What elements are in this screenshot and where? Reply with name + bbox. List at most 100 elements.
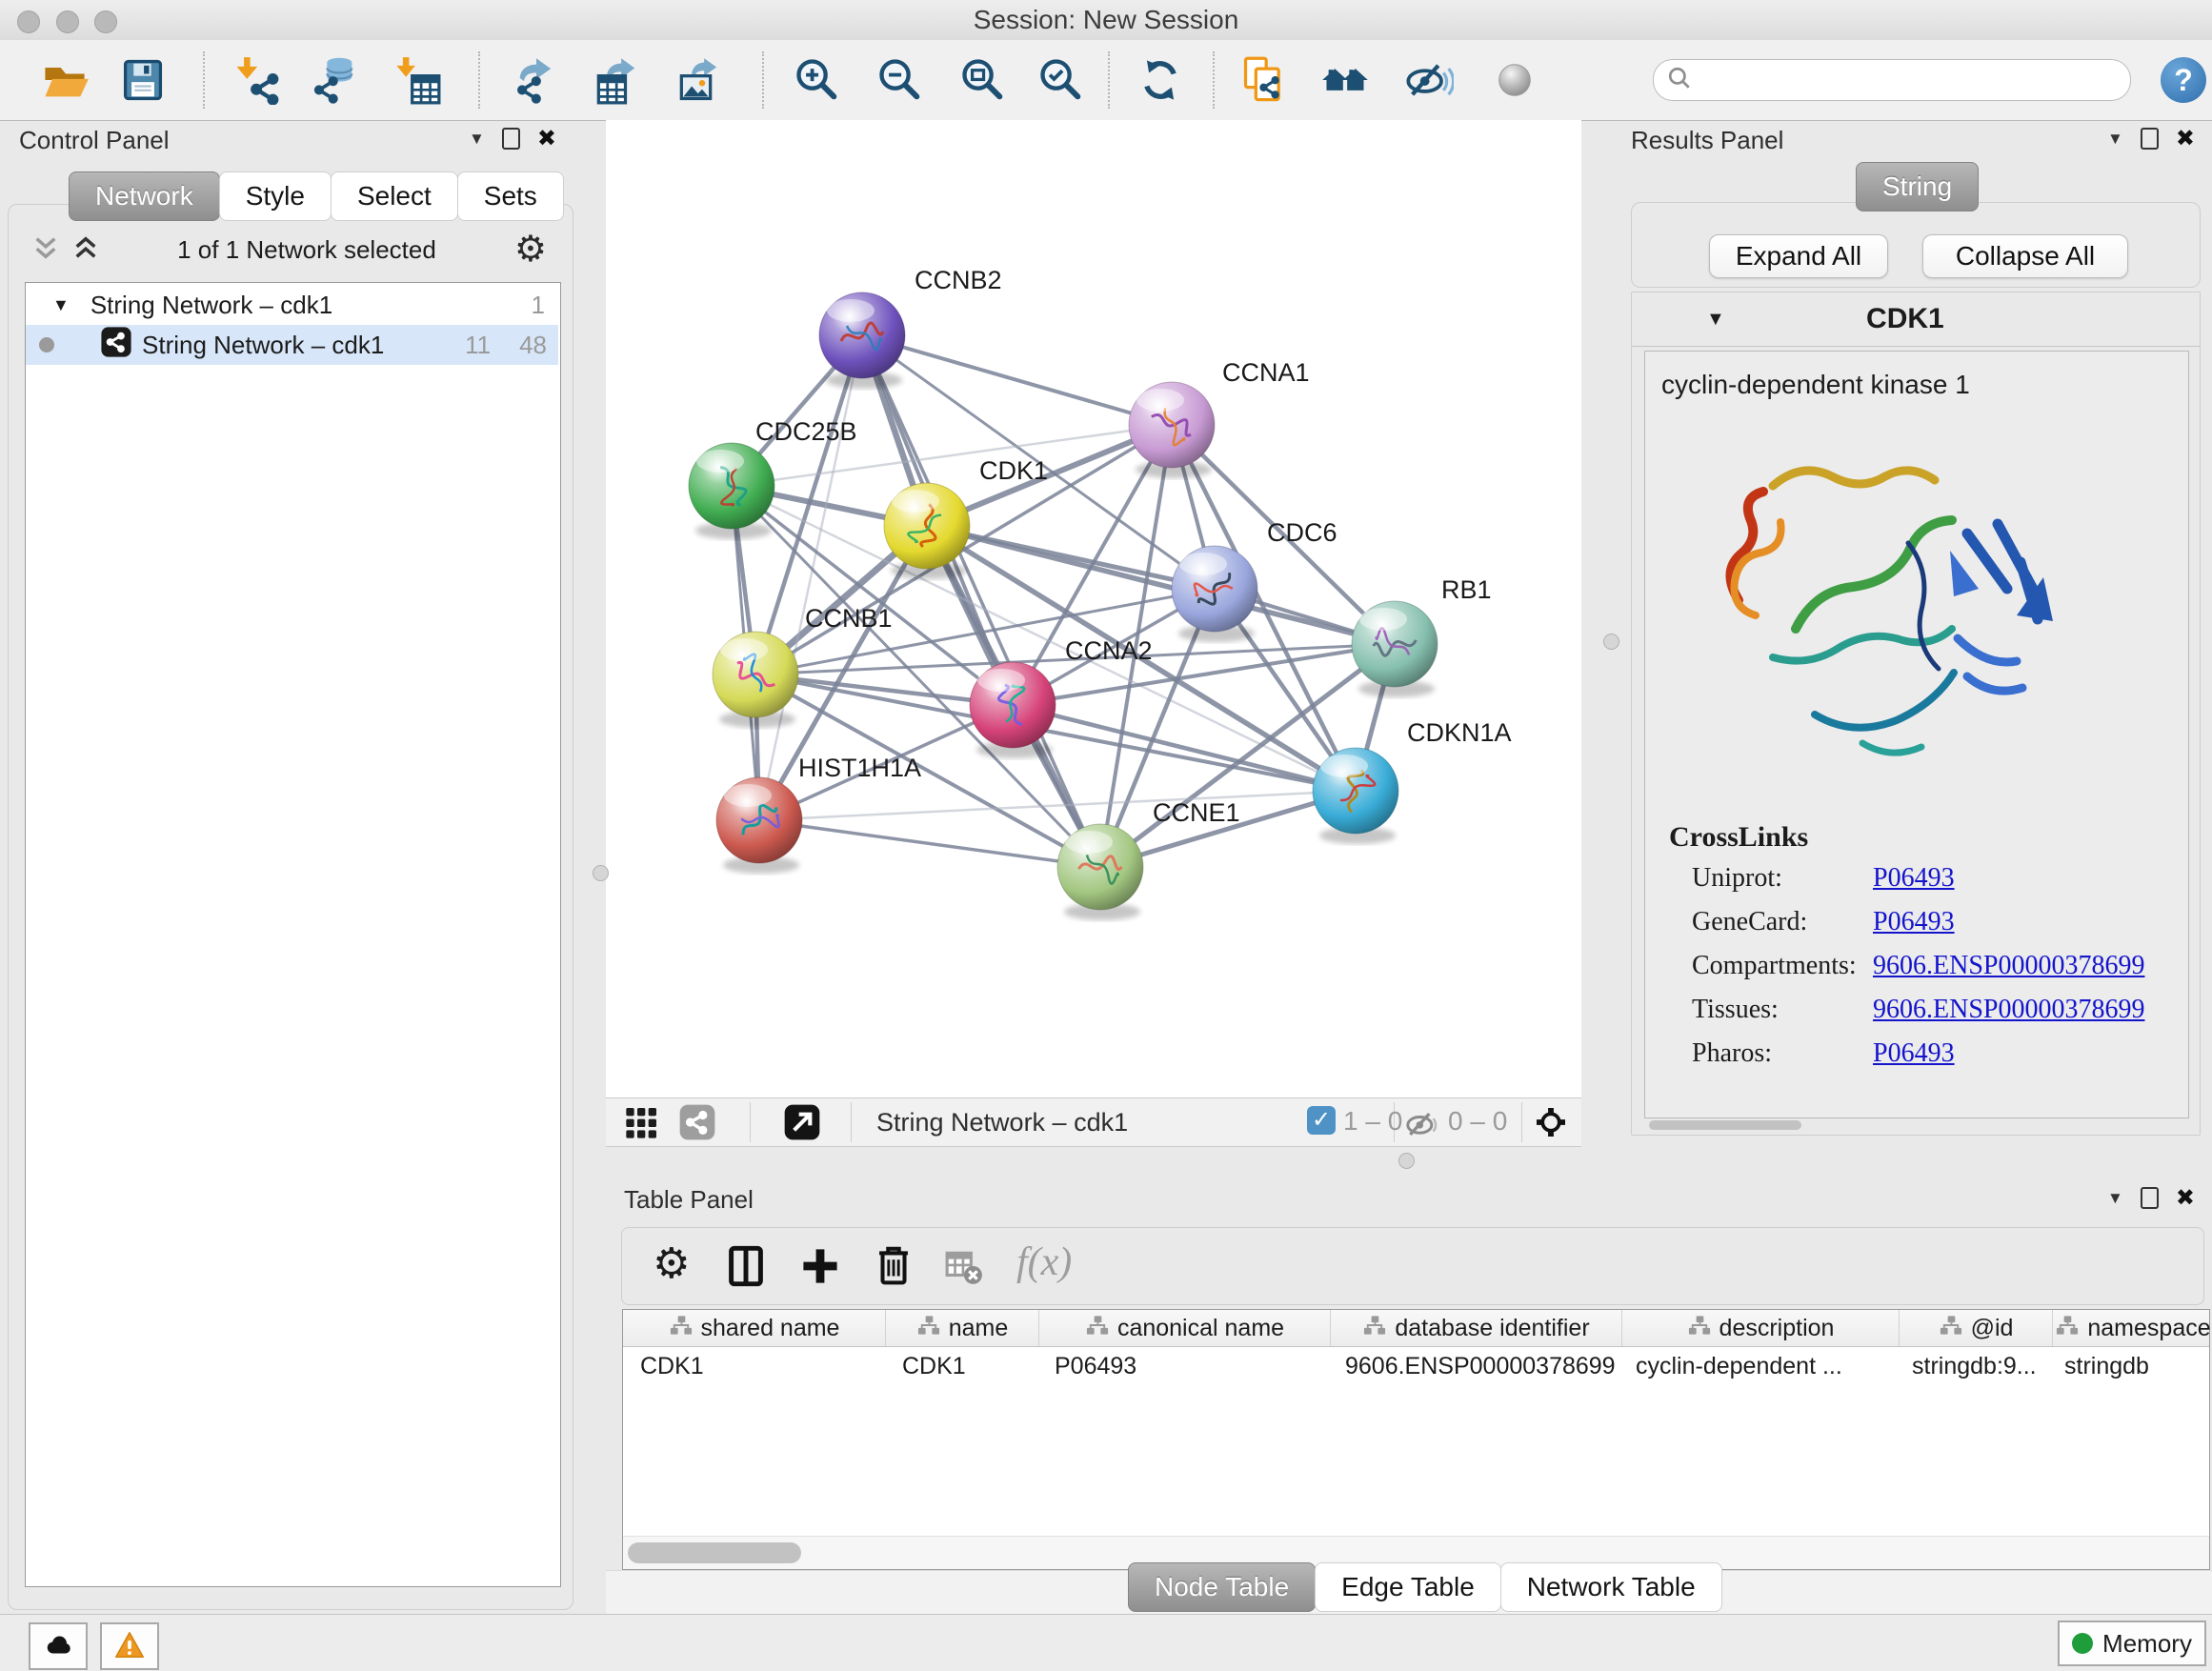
node-CCNE1[interactable] <box>1057 824 1143 920</box>
network-collection-row[interactable]: ▼ String Network – cdk1 1 <box>26 285 558 325</box>
tab-network[interactable]: Network <box>69 171 220 221</box>
crosslink-value-link[interactable]: P06493 <box>1873 907 1955 951</box>
gene-section-header[interactable]: ▼ CDK1 <box>1632 292 2200 347</box>
search-input[interactable] <box>1701 65 2130 96</box>
crosslink-value-link[interactable]: 9606.ENSP00000378699 <box>1873 951 2144 995</box>
expand-all-button[interactable]: Expand All <box>1709 234 1888 278</box>
memory-button[interactable]: Memory <box>2058 1621 2206 1666</box>
tab-string[interactable]: String <box>1856 162 1979 211</box>
tree-expander-icon[interactable]: ▼ <box>52 295 70 315</box>
results-hscrollbar[interactable] <box>1649 1120 1801 1130</box>
node-HIST1H1A[interactable] <box>716 777 802 874</box>
table-cell[interactable]: cyclin-dependent ... <box>1619 1347 1895 1385</box>
edge-CCNB2-CCNA1[interactable] <box>862 335 1172 425</box>
table-cell[interactable]: P06493 <box>1037 1347 1328 1385</box>
zoom-in-button[interactable] <box>787 50 848 111</box>
export-image-button[interactable] <box>672 50 733 111</box>
node-CDC6[interactable] <box>1172 546 1257 642</box>
column-header-namespace[interactable]: namespace <box>2053 1310 2212 1346</box>
network-canvas[interactable]: CCNB2CCNA1CDC25BCDK1CDC6RB1CCNB1CCNA2CDK… <box>606 120 1581 1097</box>
network-row[interactable]: String Network – cdk1 11 48 <box>26 325 558 365</box>
create-column-icon[interactable] <box>799 1245 841 1292</box>
column-header-canonical-name[interactable]: canonical name <box>1039 1310 1331 1346</box>
tab-sets[interactable]: Sets <box>457 171 564 221</box>
export-network-file-button[interactable] <box>506 50 567 111</box>
tab-select[interactable]: Select <box>331 171 458 221</box>
bottom-splitter-handle[interactable] <box>1398 1153 1415 1169</box>
table-cell[interactable]: CDK1 <box>885 1347 1037 1385</box>
edge-CCNB2-CCNE1[interactable] <box>862 335 1100 867</box>
gene-collapse-icon[interactable]: ▼ <box>1706 309 1725 331</box>
warning-button[interactable] <box>100 1622 159 1670</box>
table-cell[interactable]: 9606.ENSP00000378699 <box>1328 1347 1619 1385</box>
column-header-shared-name[interactable]: shared name <box>623 1310 886 1346</box>
show-hide-columns-icon[interactable] <box>725 1245 767 1292</box>
close-panel-icon[interactable]: ✖ <box>537 130 556 149</box>
open-session-button[interactable] <box>34 50 95 111</box>
help-button[interactable]: ? <box>2161 57 2206 103</box>
edge-CCNB2-HIST1H1A[interactable] <box>759 335 862 820</box>
node-RB1[interactable] <box>1352 601 1438 697</box>
left-splitter-handle[interactable] <box>593 865 609 881</box>
right-splitter-handle[interactable] <box>1603 634 1619 650</box>
network-thumbnail-icon[interactable] <box>678 1103 716 1141</box>
collapse-table-icon[interactable]: ▼ <box>2107 1189 2123 1208</box>
node-CCNA1[interactable] <box>1129 382 1215 478</box>
node-CDC25B[interactable] <box>689 443 774 539</box>
tab-edge-table[interactable]: Edge Table <box>1315 1562 1501 1612</box>
edge-HIST1H1A-CCNE1[interactable] <box>759 820 1100 867</box>
table-mode-gear-icon[interactable]: ⚙ <box>653 1243 690 1285</box>
collapse-panel-icon[interactable]: ▼ <box>469 130 485 149</box>
close-table-icon[interactable]: ✖ <box>2176 1189 2195 1208</box>
cloud-button[interactable] <box>29 1622 88 1670</box>
crosslink-value-link[interactable]: P06493 <box>1873 1038 1955 1082</box>
node-CDKN1A[interactable] <box>1313 748 1398 844</box>
table-hscrollbar-thumb[interactable] <box>628 1542 801 1563</box>
tab-network-table[interactable]: Network Table <box>1500 1562 1722 1612</box>
birdseye-view-icon[interactable] <box>783 1103 821 1141</box>
network-from-clipboard-button[interactable] <box>1234 50 1295 111</box>
zoom-fit-content-button[interactable] <box>953 50 1014 111</box>
crosslink-value-link[interactable]: P06493 <box>1873 863 1955 907</box>
close-results-icon[interactable]: ✖ <box>2176 130 2195 149</box>
show-all-button[interactable] <box>1484 50 1545 111</box>
delete-columns-icon[interactable] <box>872 1243 915 1292</box>
tab-node-table[interactable]: Node Table <box>1128 1562 1316 1612</box>
refresh-view-button[interactable] <box>1130 50 1191 111</box>
zoom-selected-button[interactable] <box>1031 50 1092 111</box>
export-table-file-button[interactable] <box>589 50 650 111</box>
column-header-description[interactable]: description <box>1622 1310 1900 1346</box>
table-cell[interactable]: CDK1 <box>623 1347 885 1385</box>
hide-selected-button[interactable] <box>1398 50 1459 111</box>
float-panel-icon[interactable] <box>502 128 520 150</box>
table-cell[interactable]: stringdb:9... <box>1895 1347 2047 1385</box>
crosslink-value-link[interactable]: 9606.ENSP00000378699 <box>1873 995 2144 1038</box>
collapse-results-icon[interactable]: ▼ <box>2107 130 2123 149</box>
collapse-all-tree-icon[interactable] <box>72 234 99 266</box>
expand-all-tree-icon[interactable] <box>32 234 59 266</box>
delete-table-icon[interactable] <box>944 1247 984 1292</box>
node-CCNB2[interactable] <box>819 292 905 389</box>
column-header-database-identifier[interactable]: database identifier <box>1331 1310 1622 1346</box>
column-header-id[interactable]: @id <box>1900 1310 2053 1346</box>
crosshair-icon[interactable] <box>1532 1103 1570 1141</box>
selected-checkbox[interactable]: ✓ <box>1307 1106 1336 1135</box>
column-header-name[interactable]: name <box>886 1310 1039 1346</box>
collapse-all-button[interactable]: Collapse All <box>1922 234 2128 278</box>
zoom-out-button[interactable] <box>870 50 931 111</box>
table-cell[interactable]: stringdb <box>2047 1347 2207 1385</box>
grid-view-icon[interactable] <box>623 1103 661 1141</box>
save-session-button[interactable] <box>112 50 173 111</box>
import-network-database-button[interactable] <box>305 50 366 111</box>
node-CCNB1[interactable] <box>713 632 798 728</box>
tab-style[interactable]: Style <box>219 171 332 221</box>
function-builder-icon[interactable]: f(x) <box>1016 1239 1072 1285</box>
search-box[interactable] <box>1653 59 2131 101</box>
import-network-file-button[interactable] <box>225 50 286 111</box>
network-list-gear-icon[interactable]: ⚙ <box>514 232 547 268</box>
table-row[interactable]: CDK1CDK1P064939606.ENSP00000378699cyclin… <box>623 1347 2209 1385</box>
import-table-file-button[interactable] <box>386 50 447 111</box>
first-neighbors-button[interactable] <box>1315 50 1376 111</box>
float-table-icon[interactable] <box>2141 1187 2159 1209</box>
float-results-icon[interactable] <box>2141 128 2159 150</box>
